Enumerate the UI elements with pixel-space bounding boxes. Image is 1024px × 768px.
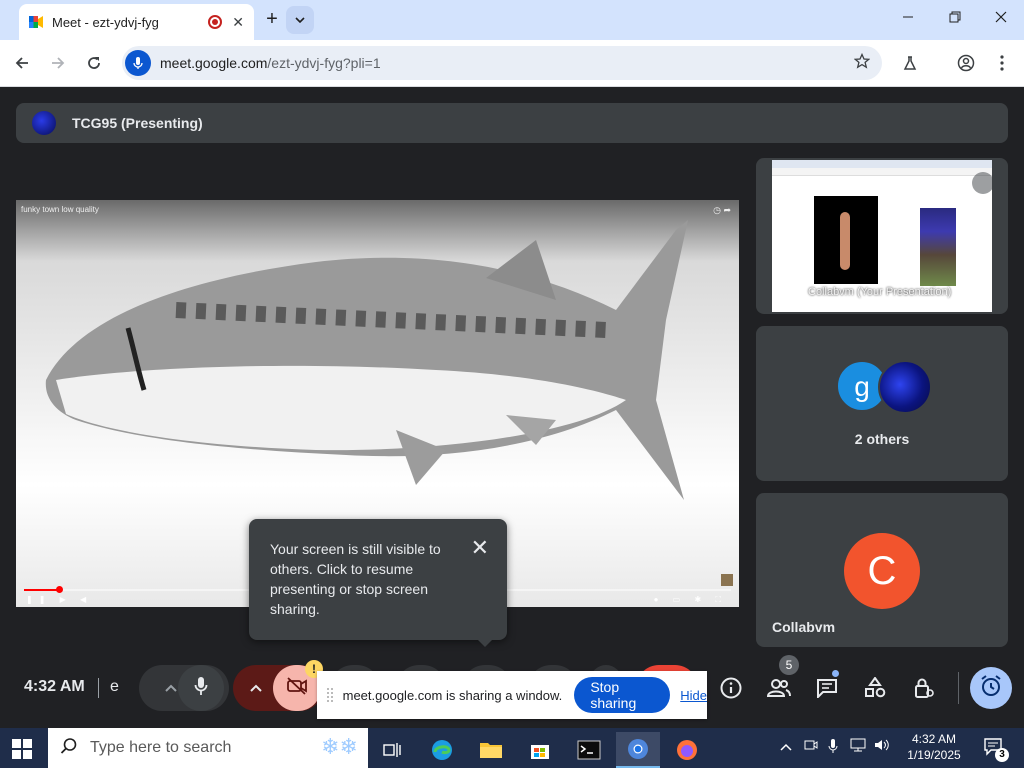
microsoft-store-icon[interactable] bbox=[518, 732, 562, 768]
back-arrow-icon[interactable] bbox=[11, 52, 33, 74]
file-explorer-icon[interactable] bbox=[469, 732, 513, 768]
screen-visible-popover[interactable]: Your screen is still visible to others. … bbox=[249, 519, 507, 647]
mic-site-indicator-icon[interactable] bbox=[125, 50, 151, 76]
clock-separator bbox=[98, 678, 99, 698]
address-bar[interactable]: meet.google.com/ezt-ydvj-fyg?pli=1 bbox=[122, 46, 882, 80]
chat-unread-dot bbox=[832, 670, 839, 677]
popover-text: Your screen is still visible to others. … bbox=[270, 541, 441, 617]
popover-tail bbox=[477, 639, 493, 647]
drag-handle[interactable] bbox=[327, 688, 333, 702]
taskbar-search-placeholder: Type here to search bbox=[90, 739, 232, 756]
tile-muted-icon bbox=[972, 172, 994, 194]
tray-overflow-chevron-icon[interactable] bbox=[780, 738, 792, 754]
recording-indicator-icon bbox=[208, 15, 223, 29]
avatar-blue bbox=[878, 360, 932, 414]
minimize-icon[interactable] bbox=[898, 10, 918, 26]
meeting-details-info-icon[interactable] bbox=[718, 675, 744, 701]
notification-center-icon[interactable]: 3 bbox=[983, 736, 1009, 762]
network-icon[interactable] bbox=[850, 738, 866, 755]
video-channel-thumbnail bbox=[721, 574, 733, 586]
restore-icon[interactable] bbox=[945, 10, 965, 26]
microphone-in-use-icon[interactable] bbox=[828, 738, 838, 757]
controls-separator bbox=[958, 672, 959, 704]
presenter-bar: TCG95 (Presenting) bbox=[16, 103, 1008, 143]
hide-sharing-bar-link[interactable]: Hide bbox=[680, 688, 707, 703]
host-controls-lock-icon[interactable] bbox=[911, 675, 937, 701]
microphone-icon bbox=[194, 676, 208, 701]
video-settings-controls[interactable]: ● ▭ ✱ ⛶ bbox=[654, 595, 727, 605]
profile-icon[interactable] bbox=[955, 52, 977, 74]
camera-off-icon bbox=[286, 676, 308, 700]
taskbar-clock[interactable]: 4:32 AM 1/19/2025 bbox=[896, 731, 972, 763]
url-text: meet.google.com/ezt-ydvj-fyg?pli=1 bbox=[160, 55, 381, 71]
browser-menu-icon[interactable] bbox=[991, 52, 1013, 74]
close-tab-icon[interactable]: ✕ bbox=[232, 14, 244, 31]
terminal-icon[interactable] bbox=[567, 732, 611, 768]
close-window-icon[interactable] bbox=[991, 10, 1011, 26]
bookmark-star-icon[interactable] bbox=[853, 52, 871, 74]
timer-alarm-button[interactable] bbox=[970, 667, 1012, 709]
new-tab-icon[interactable]: + bbox=[262, 8, 282, 32]
volume-icon[interactable] bbox=[874, 738, 890, 755]
task-view-icon[interactable] bbox=[370, 732, 414, 768]
camera-in-use-icon[interactable] bbox=[804, 738, 818, 755]
windows-start-icon[interactable] bbox=[12, 739, 32, 759]
people-count-badge: 5 bbox=[779, 655, 799, 675]
sharing-notification-bar: meet.google.com is sharing a window. Sto… bbox=[317, 671, 707, 719]
search-icon bbox=[60, 737, 78, 760]
chat-icon[interactable] bbox=[814, 675, 840, 701]
presenter-label: TCG95 (Presenting) bbox=[72, 115, 203, 131]
taskbar-time: 4:32 AM bbox=[911, 732, 957, 746]
video-play-controls[interactable]: ❚❚ ▶ ◀ bbox=[26, 595, 92, 604]
firefox-icon[interactable] bbox=[665, 732, 709, 768]
tab-strip: Meet - ezt-ydvj-fyg ✕ + bbox=[0, 0, 1024, 40]
browser-toolbar: meet.google.com/ezt-ydvj-fyg?pli=1 bbox=[0, 40, 1024, 87]
participant-tile-presentation[interactable]: Collabvm (Your Presentation) bbox=[756, 158, 1008, 314]
meeting-clock: 4:32 AM bbox=[24, 678, 85, 695]
tab-title: Meet - ezt-ydvj-fyg bbox=[52, 14, 159, 30]
notification-count-badge: 3 bbox=[995, 748, 1009, 762]
labs-flask-icon[interactable] bbox=[899, 52, 921, 74]
windows-taskbar: Type here to search ❄❄ 4:32 AM 1/19/2025 bbox=[0, 728, 1024, 768]
tab-search-chevron-icon[interactable] bbox=[286, 6, 314, 34]
microphone-button[interactable] bbox=[178, 665, 224, 711]
close-popover-icon[interactable]: ✕ bbox=[471, 535, 489, 561]
chrome-icon[interactable] bbox=[616, 732, 660, 768]
participant-tile-collabvm[interactable]: C Collabvm bbox=[756, 493, 1008, 647]
tile-label-presentation: Collabvm (Your Presentation) bbox=[808, 286, 952, 298]
meet-favicon-icon bbox=[29, 16, 43, 28]
meeting-code: e bbox=[110, 678, 119, 695]
taskbar-search-box[interactable]: Type here to search ❄❄ bbox=[48, 728, 368, 768]
stop-sharing-button[interactable]: Stop sharing bbox=[574, 677, 671, 713]
presenter-avatar bbox=[32, 111, 56, 135]
edge-browser-icon[interactable] bbox=[420, 732, 464, 768]
tile-label-collabvm: Collabvm bbox=[772, 619, 836, 635]
snowflake-icon: ❄❄ bbox=[321, 734, 358, 759]
sharing-message: meet.google.com is sharing a window. bbox=[342, 687, 563, 703]
chevron-up-icon bbox=[250, 679, 262, 697]
tab-meet[interactable]: Meet - ezt-ydvj-fyg ✕ bbox=[19, 4, 254, 40]
activities-shapes-icon[interactable] bbox=[862, 675, 888, 701]
people-icon[interactable] bbox=[766, 675, 792, 701]
tile-label-others: 2 others bbox=[854, 431, 910, 447]
participant-tile-others[interactable]: g 2 others bbox=[756, 326, 1008, 481]
forward-arrow-icon[interactable] bbox=[47, 52, 69, 74]
presentation-thumbnail: Collabvm (Your Presentation) bbox=[772, 160, 992, 312]
chevron-up-icon bbox=[165, 679, 177, 697]
reload-icon[interactable] bbox=[83, 52, 105, 74]
alarm-clock-icon bbox=[979, 674, 1003, 703]
taskbar-date: 1/19/2025 bbox=[907, 748, 961, 762]
avatar-c: C bbox=[844, 533, 920, 609]
